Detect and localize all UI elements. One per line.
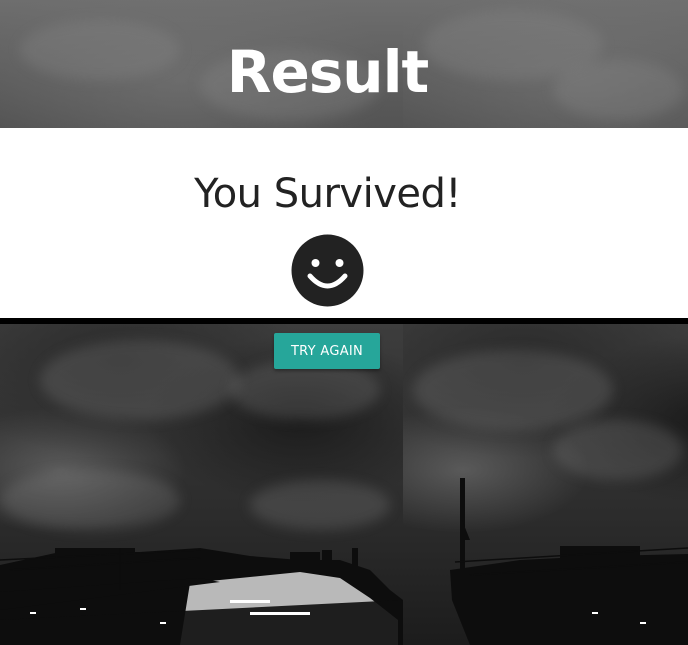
panel-bottom-border <box>0 318 688 324</box>
try-again-button[interactable]: TRY AGAIN <box>274 333 380 369</box>
smiley-face-icon <box>291 234 364 307</box>
result-panel: You Survived! <box>0 128 688 318</box>
page-title: Result <box>226 38 429 106</box>
result-message: You Survived! <box>194 171 461 217</box>
